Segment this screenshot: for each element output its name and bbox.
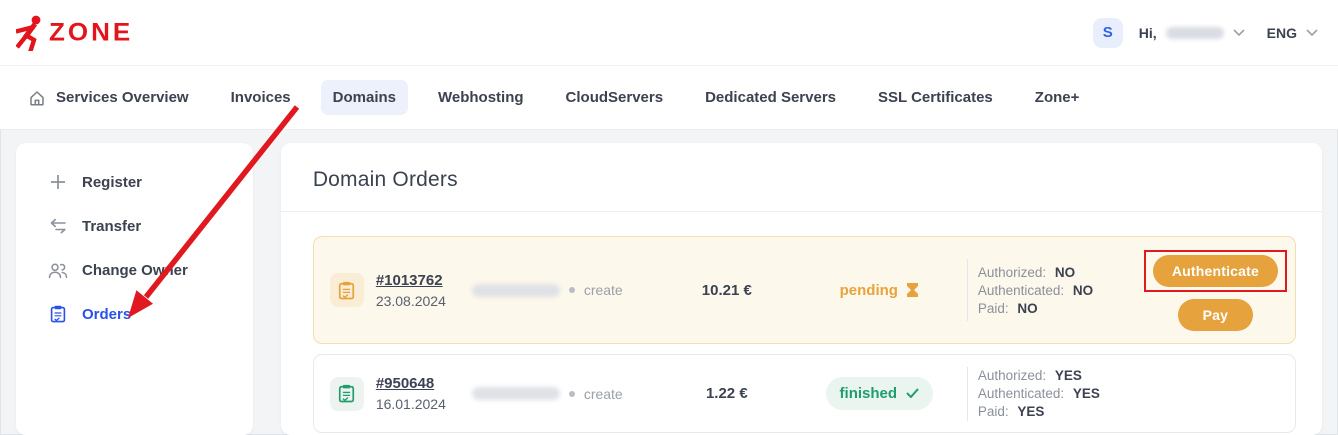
runner-icon: [16, 15, 42, 51]
greeting-text: Hi,: [1139, 25, 1157, 41]
nav-item-invoices[interactable]: Invoices: [219, 80, 303, 115]
authenticate-button[interactable]: Authenticate: [1153, 255, 1278, 287]
redacted-domain: [472, 387, 560, 400]
pay-button[interactable]: Pay: [1178, 299, 1254, 331]
top-header: ZONE S Hi, ENG: [0, 0, 1338, 65]
paid-value: YES: [1017, 404, 1044, 419]
paid-value: NO: [1017, 301, 1037, 316]
clipboard-icon: [48, 305, 68, 323]
sidebar: Register Transfer: [16, 143, 253, 435]
zone-logo[interactable]: ZONE: [16, 15, 133, 51]
language-label: ENG: [1267, 25, 1297, 41]
transfer-arrows-icon: [48, 218, 68, 234]
redacted-username: [1166, 27, 1224, 39]
hourglass-icon: [906, 282, 919, 298]
nav-item-domains[interactable]: Domains: [321, 80, 408, 115]
order-id-link[interactable]: #950648: [376, 375, 434, 392]
nav-item-cloudservers[interactable]: CloudServers: [554, 80, 676, 115]
paid-label: Paid:: [978, 301, 1009, 316]
authorized-value: NO: [1055, 265, 1075, 280]
nav-item-zone-plus[interactable]: Zone+: [1023, 80, 1092, 115]
domain-orders-panel: Domain Orders: [281, 143, 1322, 435]
sidebar-item-orders[interactable]: Orders: [16, 292, 253, 336]
orders-list: #1013762 23.08.2024 create 10.21 € pendi…: [281, 212, 1322, 433]
authenticated-label: Authenticated:: [978, 283, 1064, 298]
panel-header: Domain Orders: [281, 143, 1322, 211]
nav-item-webhosting[interactable]: Webhosting: [426, 80, 536, 115]
home-icon: [28, 89, 46, 107]
order-date: 23.08.2024: [376, 293, 472, 309]
brand-name: ZONE: [49, 18, 133, 48]
nav-item-services-overview[interactable]: Services Overview: [16, 80, 201, 116]
avatar-initial: S: [1103, 24, 1113, 41]
dot-separator: [569, 287, 575, 293]
authorized-label: Authorized:: [978, 265, 1046, 280]
authenticated-label: Authenticated:: [978, 386, 1064, 401]
authenticated-value: YES: [1073, 386, 1100, 401]
status-badge: finished: [826, 377, 934, 410]
order-price: 1.22 €: [662, 385, 792, 402]
authorized-label: Authorized:: [978, 368, 1046, 383]
sidebar-item-register[interactable]: Register: [16, 160, 253, 204]
content-area: Register Transfer: [0, 129, 1338, 435]
authorized-value: YES: [1055, 368, 1082, 383]
sidebar-item-transfer[interactable]: Transfer: [16, 204, 253, 248]
redacted-domain: [472, 284, 560, 297]
nav-item-ssl-certificates[interactable]: SSL Certificates: [866, 80, 1005, 115]
avatar[interactable]: S: [1093, 18, 1123, 48]
user-menu[interactable]: Hi,: [1139, 25, 1245, 41]
order-id-link[interactable]: #1013762: [376, 272, 443, 289]
order-row-finished: #950648 16.01.2024 create 1.22 € finishe…: [313, 354, 1296, 433]
paid-label: Paid:: [978, 404, 1009, 419]
order-clipboard-icon: [330, 377, 364, 411]
order-clipboard-icon: [330, 273, 364, 307]
page: ZONE S Hi, ENG: [0, 0, 1338, 435]
order-action: create: [584, 386, 623, 402]
page-title: Domain Orders: [313, 168, 1290, 192]
annotation-highlight-box: Authenticate: [1144, 250, 1287, 292]
language-selector[interactable]: ENG: [1267, 25, 1318, 41]
chevron-down-icon: [1306, 29, 1318, 37]
order-price: 10.21 €: [662, 282, 792, 299]
chevron-down-icon: [1233, 29, 1245, 37]
check-icon: [906, 388, 919, 399]
main-nav: Services Overview Invoices Domains Webho…: [0, 65, 1338, 129]
authenticated-value: NO: [1073, 283, 1093, 298]
order-action: create: [584, 282, 623, 298]
dot-separator: [569, 391, 575, 397]
plus-icon: [48, 173, 68, 191]
sidebar-item-change-owner[interactable]: Change Owner: [16, 248, 253, 292]
users-icon: [48, 262, 68, 279]
nav-item-dedicated-servers[interactable]: Dedicated Servers: [693, 80, 848, 115]
order-date: 16.01.2024: [376, 396, 472, 412]
header-right: S Hi, ENG: [1093, 18, 1318, 48]
order-row-pending: #1013762 23.08.2024 create 10.21 € pendi…: [313, 236, 1296, 344]
status-badge: pending: [840, 282, 898, 299]
